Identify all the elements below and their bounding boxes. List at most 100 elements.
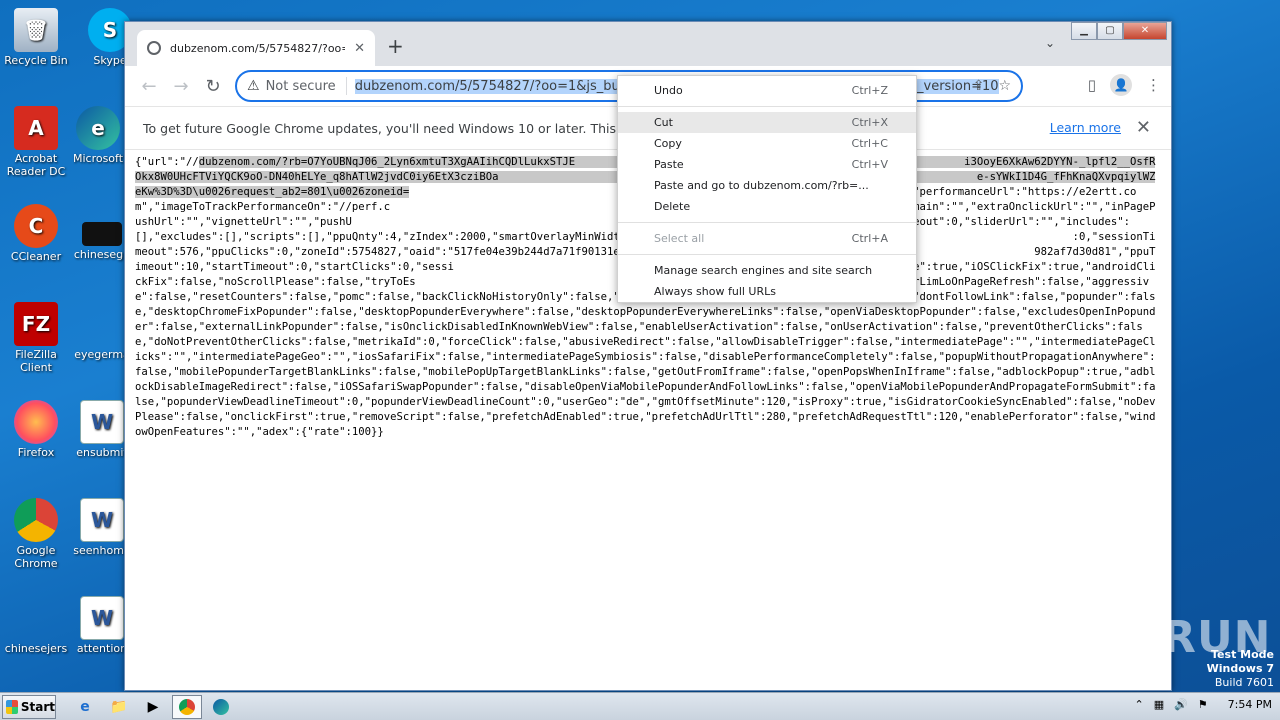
filezilla-icon: FZ: [14, 302, 58, 346]
reload-icon[interactable]: ↻: [197, 76, 229, 97]
explorer-folder-icon[interactable]: 📁: [104, 695, 134, 719]
menu-divider: [618, 106, 916, 107]
menu-item-label: Manage search engines and site search: [654, 264, 873, 277]
desktop-icon-chrome[interactable]: Google Chrome: [0, 498, 72, 570]
menu-item-label: Select all: [654, 232, 705, 245]
system-tray: ⌃ ▦ 🔊 ⚑ 7:54 PM: [1134, 698, 1272, 711]
menu-item-manage-search[interactable]: Manage search engines and site search: [618, 260, 916, 281]
desktop-icon-label: attention: [76, 642, 128, 655]
globe-icon: [147, 41, 161, 55]
menu-shortcut: Ctrl+X: [851, 116, 888, 129]
menu-item-select-all[interactable]: Select all Ctrl+A: [618, 228, 916, 249]
desktop-icon-label: Skype: [93, 54, 127, 67]
tab-strip: dubzenom.com/5/5754827/?oo=1&js ✕ + ⌄ ▁ …: [125, 22, 1171, 66]
menu-shortcut: Ctrl+A: [851, 232, 888, 245]
menu-item-delete[interactable]: Delete: [618, 196, 916, 217]
menu-kebab-icon[interactable]: ⋮: [1146, 76, 1161, 94]
taskbar: Start e 📁 ▶ ⌃ ▦ 🔊 ⚑ 7:54 PM: [0, 692, 1280, 720]
menu-item-label: Paste: [654, 158, 684, 171]
infobar-close-icon[interactable]: ✕: [1136, 117, 1151, 138]
menu-item-label: Undo: [654, 84, 683, 97]
firefox-icon: [14, 400, 58, 444]
action-center-flag-icon[interactable]: ⚑: [1198, 698, 1208, 711]
warning-triangle-icon[interactable]: ⚠: [247, 78, 260, 94]
test-mode-line: Windows 7: [1206, 662, 1274, 675]
edge-taskbar-icon[interactable]: [206, 695, 236, 719]
menu-item-label: Delete: [654, 200, 691, 213]
security-label[interactable]: Not secure: [266, 79, 336, 94]
clock[interactable]: 7:54 PM: [1228, 698, 1272, 711]
maximize-button[interactable]: ▢: [1097, 22, 1123, 40]
desktop-icon-label: ensubmit: [76, 446, 128, 459]
chrome-icon: [14, 498, 58, 542]
desktop-icon-label: seenhome: [73, 544, 131, 557]
desktop-icon-recycle-bin[interactable]: 🗑 Recycle Bin: [0, 8, 72, 67]
desktop-icon-label: chinesejers: [4, 642, 68, 655]
context-menu: Undo Ctrl+Z Cut Ctrl+X Copy Ctrl+C Paste Ctr…: [617, 75, 917, 303]
test-mode-line: Build 7601: [1214, 676, 1274, 689]
ie-icon[interactable]: e: [70, 695, 100, 719]
desktop-icon-label: CCleaner: [10, 250, 62, 263]
desktop-icon-label: chinesegu: [73, 248, 131, 261]
url-text-selected[interactable]: dubzenom.com/5/5754827/?oo=1&js_buil: [354, 78, 620, 94]
menu-shortcut: Ctrl+V: [851, 158, 888, 171]
menu-item-label: Paste and go to dubzenom.com/?rb=...: [654, 179, 869, 192]
chrome-taskbar-icon[interactable]: [172, 694, 202, 719]
tab-close-icon[interactable]: ✕: [354, 41, 365, 56]
media-player-icon[interactable]: ▶: [138, 695, 168, 719]
tab-title: dubzenom.com/5/5754827/?oo=1&js: [170, 41, 345, 55]
tab-active[interactable]: dubzenom.com/5/5754827/?oo=1&js ✕: [137, 30, 375, 66]
desktop-icon-label: eyegerma: [74, 348, 130, 361]
share-icon[interactable]: ⇪: [973, 78, 985, 94]
menu-item-label: Copy: [654, 137, 682, 150]
desktop-icon-label: Acrobat Reader DC: [6, 152, 66, 178]
network-icon[interactable]: ▦: [1154, 698, 1164, 711]
start-button[interactable]: Start: [2, 694, 56, 719]
menu-item-label: Always show full URLs: [654, 285, 776, 298]
word-doc-icon: W: [80, 498, 124, 542]
minimize-button[interactable]: ▁: [1071, 22, 1097, 40]
windows-logo-icon: [6, 699, 18, 714]
desktop-icon-label: Firefox: [17, 446, 55, 459]
close-window-button[interactable]: ✕: [1123, 22, 1167, 40]
bookmark-star-icon[interactable]: ☆: [998, 78, 1011, 94]
ccleaner-icon: C: [14, 204, 58, 248]
profile-avatar-icon[interactable]: 👤: [1110, 74, 1132, 96]
file-icon: [80, 302, 124, 346]
desktop-icon-ccleaner[interactable]: C CCleaner: [0, 204, 72, 263]
back-arrow-icon[interactable]: ←: [133, 76, 165, 97]
file-icon: [14, 596, 58, 640]
menu-item-label: Cut: [654, 116, 673, 129]
tab-search-chevron-icon[interactable]: ⌄: [1045, 36, 1055, 50]
desktop-icon-label: Microsoft: [72, 152, 124, 165]
desktop-icon-filezilla[interactable]: FZ FileZilla Client: [0, 302, 72, 374]
desktop-icon-label: Recycle Bin: [4, 54, 68, 67]
desktop-icon-firefox[interactable]: Firefox: [0, 400, 72, 459]
new-tab-button[interactable]: +: [387, 34, 404, 58]
tray-arrow-icon[interactable]: ⌃: [1134, 698, 1143, 711]
volume-icon[interactable]: 🔊: [1174, 698, 1188, 711]
omnibox-actions: ⇪ ☆: [973, 78, 1011, 94]
menu-shortcut: Ctrl+C: [851, 137, 888, 150]
test-mode-text: Test Mode Windows 7 Build 7601: [1207, 648, 1274, 690]
menu-item-paste[interactable]: Paste Ctrl+V: [618, 154, 916, 175]
desktop-icon-chinesejers[interactable]: chinesejers: [0, 596, 72, 655]
learn-more-link[interactable]: Learn more: [1050, 120, 1121, 135]
menu-item-show-full-urls[interactable]: Always show full URLs: [618, 281, 916, 302]
menu-item-cut[interactable]: Cut Ctrl+X: [618, 112, 916, 133]
page-text-head: {"url":"//: [135, 156, 199, 168]
recycle-bin-icon: 🗑: [14, 8, 58, 52]
menu-item-copy[interactable]: Copy Ctrl+C: [618, 133, 916, 154]
desktop-icon-label: FileZilla Client: [15, 348, 57, 374]
word-doc-icon: W: [80, 400, 124, 444]
forward-arrow-icon[interactable]: →: [165, 76, 197, 97]
toolbar-right: ▯ 👤 ⋮: [1088, 74, 1161, 96]
desktop-icon-label: Google Chrome: [14, 544, 58, 570]
window-controls: ▁ ▢ ✕: [1071, 22, 1167, 40]
menu-item-paste-and-go[interactable]: Paste and go to dubzenom.com/?rb=...: [618, 175, 916, 196]
menu-item-undo[interactable]: Undo Ctrl+Z: [618, 80, 916, 101]
test-mode-line: Test Mode: [1211, 648, 1274, 661]
file-icon: [82, 222, 122, 246]
acrobat-icon: A: [14, 106, 58, 150]
side-panel-icon[interactable]: ▯: [1088, 76, 1096, 94]
